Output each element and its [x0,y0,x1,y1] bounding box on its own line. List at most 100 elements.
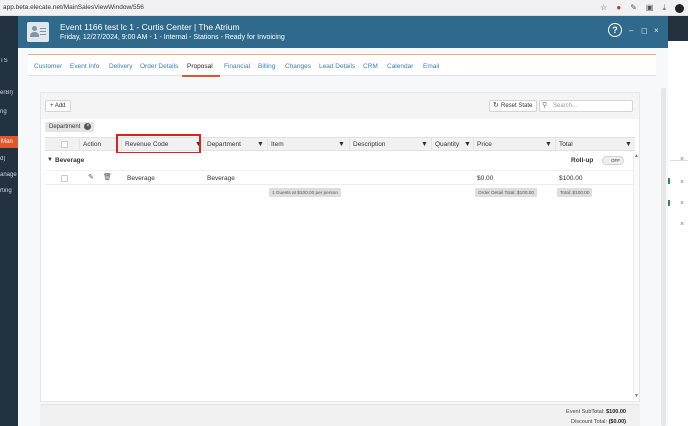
tab-email[interactable]: Email [423,63,439,70]
background-sidebar-active-item: Man [0,136,18,148]
background-sidebar: TS erBI) ng Man d) anage rting [0,16,18,426]
filter-icon[interactable]: ▼ [625,141,632,148]
column-header-label: Department [207,141,241,148]
active-tab-indicator [182,75,220,77]
star-icon[interactable]: ☆ [600,2,607,14]
profile-icon[interactable] [675,3,684,13]
scroll-down-icon[interactable]: ▼ [634,393,639,399]
cell-price: $0.00 [477,175,494,182]
remove-group-icon[interactable]: × [84,123,92,130]
background-sidebar-text: anage [0,172,17,178]
filter-icon[interactable]: ▼ [545,141,552,148]
column-header-description[interactable]: Description ▼ [349,138,431,151]
download-icon[interactable]: ⤓ [662,2,666,14]
reset-state-label: Reset State [501,103,533,109]
background-status-marker [668,178,670,184]
filter-icon[interactable]: ▼ [257,141,264,148]
tab-order-details[interactable]: Order Details [140,63,178,70]
select-all-checkbox[interactable] [61,141,68,148]
tab-proposal[interactable]: Proposal [187,63,213,70]
column-header-item[interactable]: Item ▼ [267,138,348,151]
revenue-code-highlight-box [116,134,201,154]
contact-card-icon [27,22,49,42]
order-detail-total: Order Detail Total: $100.00 [475,188,537,197]
background-sidebar-text: d) [0,156,6,162]
window-scrollbar[interactable] [661,88,666,426]
background-status-marker [668,200,670,206]
column-header-label: Item [271,141,284,148]
edit-pencil-icon[interactable]: ✎ [88,174,94,182]
background-sidebar-text: rting [0,188,12,194]
close-icon[interactable]: × [654,26,659,36]
rollup-label: Roll-up [571,157,594,164]
url-text[interactable]: app.beta.elecate.net/MainSalesViewWindow… [3,4,144,11]
grid-scrollbar[interactable] [633,152,639,400]
add-button[interactable]: + Add [45,100,71,112]
background-content [668,16,688,426]
tab-crm[interactable]: CRM [363,63,378,70]
table-row[interactable]: ✎ 🗑 Beverage Beverage $0.00 $100.00 [45,170,635,185]
puzzle-icon[interactable]: ▣ [646,2,654,14]
column-header-quantity[interactable]: Quantity ▼ [431,138,473,151]
close-icon: × [680,156,685,163]
sales-view-window: Event 1166 test lc 1 - Curtis Center | T… [18,16,668,426]
cell-total: $100.00 [559,175,583,182]
column-header-action[interactable]: Action [79,138,119,151]
browser-toolbar-icons: ☆ ● ✎ ▣ ⤓ [600,2,684,14]
extension-shield-icon[interactable]: ● [616,2,621,14]
filter-icon[interactable]: ▼ [464,141,471,148]
window-title: Event 1166 test lc 1 - Curtis Center | T… [60,22,240,32]
group-total: Total: $100.00 [557,188,593,197]
cell-department: Beverage [207,175,235,182]
background-sidebar-text: ng [0,109,7,115]
search-input[interactable]: Search... [539,100,633,112]
totals-footer: Event SubTotal: $100.00 Discount Total: … [40,404,640,426]
background-row-divider [670,160,688,161]
group-by-chip[interactable]: Department × [45,122,95,132]
tab-delivery[interactable]: Delivery [109,63,132,70]
column-header-label: Quantity [435,141,460,148]
column-header-price[interactable]: Price ▼ [473,138,555,151]
filter-icon[interactable]: ▼ [421,141,428,148]
rollup-toggle[interactable]: OFF [602,156,624,165]
tab-lead-details[interactable]: Lead Details [319,63,355,70]
collapse-caret-icon[interactable]: ▼ [47,157,53,163]
background-sidebar-text: erBI) [0,90,14,96]
filter-icon[interactable]: ▼ [338,141,345,148]
tab-calendar[interactable]: Calendar [387,63,413,70]
guests-summary: 1 Guests at $100.00 per person [269,188,341,197]
minimize-icon[interactable]: – [629,26,633,36]
group-by-chip-label: Department [49,124,81,130]
column-header-total[interactable]: Total ▼ [555,138,635,151]
column-header-department[interactable]: Department ▼ [203,138,266,151]
trash-icon[interactable]: 🗑 [103,174,112,182]
discount-total-value: ($0.00) [608,419,626,425]
grid-toolbar: + Add ↻ Reset State Search... ⚲ [41,93,639,119]
help-icon[interactable]: ? [608,23,622,37]
close-icon: × [680,200,685,207]
window-body: Customer Event Info Delivery Order Detai… [18,48,668,426]
tab-billing[interactable]: Billing [258,63,275,70]
background-sidebar-text: TS [0,58,8,64]
window-header: Event 1166 test lc 1 - Curtis Center | T… [18,16,668,48]
event-subtotal: Event SubTotal: $100.00 [566,409,626,415]
tab-changes[interactable]: Changes [285,63,311,70]
column-header-label: Total [559,141,573,148]
pen-icon[interactable]: ✎ [630,2,637,14]
event-subtotal-label: Event SubTotal: [566,409,605,415]
tab-event-info[interactable]: Event Info [70,63,99,70]
tab-financial[interactable]: Financial [224,63,250,70]
reset-state-button[interactable]: ↻ Reset State [489,100,538,112]
tab-customer[interactable]: Customer [34,63,62,70]
close-icon: × [680,221,685,228]
search-icon: ⚲ [542,102,548,109]
maximize-icon[interactable]: ◻ [641,26,648,36]
cell-quantity [431,171,435,186]
browser-address-bar: app.beta.elecate.net/MainSalesViewWindow… [0,0,688,16]
group-row-beverage[interactable]: ▼ Beverage Roll-up OFF [45,153,635,169]
row-checkbox[interactable] [61,175,68,182]
cell-revenue-code: Beverage [127,175,155,182]
close-icon: × [680,179,685,186]
group-summary-row: 1 Guests at $100.00 per person Order Det… [45,186,635,200]
scroll-up-icon[interactable]: ▲ [634,153,639,159]
